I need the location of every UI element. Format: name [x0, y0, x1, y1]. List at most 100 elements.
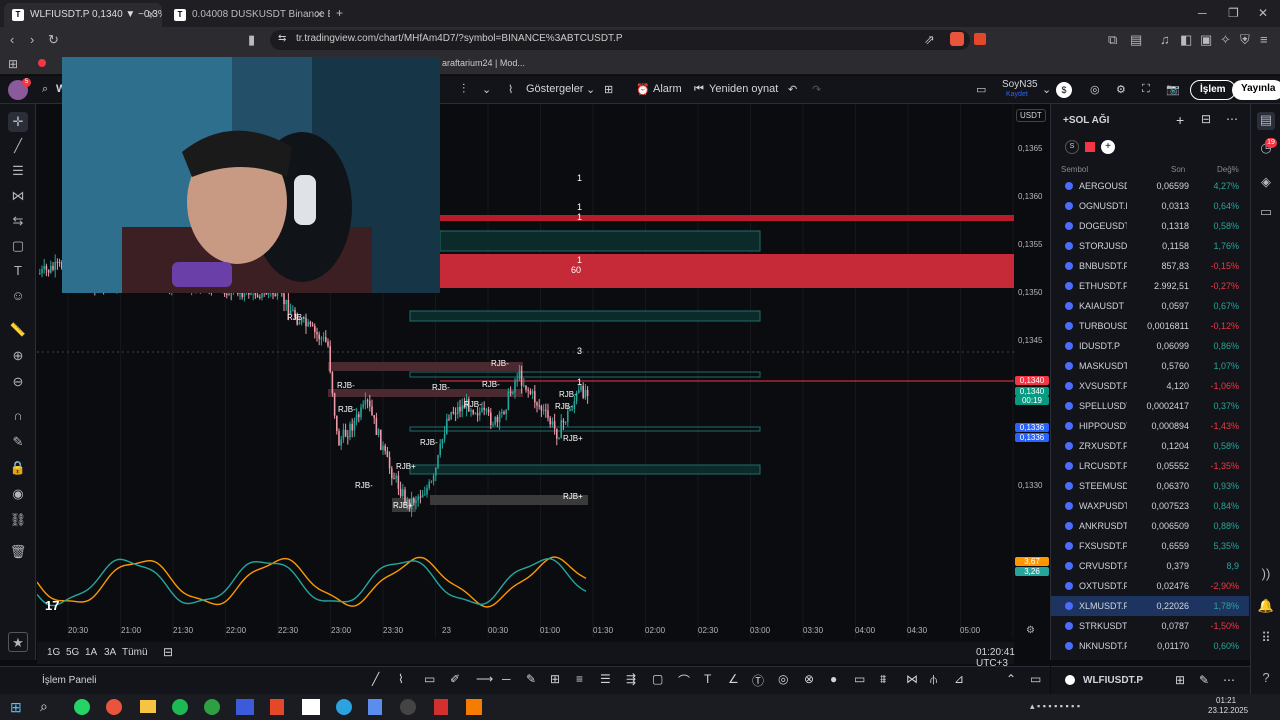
brave-rewards-icon[interactable] [974, 33, 986, 45]
layers-icon[interactable]: ◈ [1257, 174, 1275, 192]
watchlist-row[interactable]: STEEMUSDT 0,06370 0,93% [1051, 476, 1249, 496]
trend-line-icon[interactable]: ╱ [8, 136, 28, 156]
windows-start-icon[interactable]: ⊞ [10, 699, 22, 716]
sidebar-icon[interactable]: ◧ [1180, 32, 1192, 48]
xbox-icon[interactable] [204, 699, 220, 715]
column-symbol[interactable]: Sembol [1061, 165, 1088, 174]
range-1m-button[interactable]: 1A [85, 647, 97, 658]
watchlist-row[interactable]: OGNUSDT.F 0,0313 0,64% [1051, 196, 1249, 216]
leo-ai-icon[interactable]: ✧ [1220, 32, 1231, 48]
range-all-button[interactable]: Tümü [122, 647, 148, 658]
watchlist-icon[interactable]: ▤ [1257, 112, 1275, 130]
reader-icon[interactable]: ▤ [1130, 32, 1142, 48]
apps-dots-icon[interactable]: ⠿ [1257, 630, 1275, 648]
apps-grid-icon[interactable]: ⊞ [8, 57, 18, 71]
supply-zone[interactable] [440, 254, 1014, 288]
chart-type-chevron-icon[interactable]: ⌄ [482, 83, 491, 96]
text-tool-icon[interactable]: T [8, 261, 28, 281]
hide-eye-icon[interactable]: ◉ [8, 484, 28, 504]
layout-chevron-icon[interactable]: ⌄ [1042, 83, 1051, 96]
table-icon[interactable]: ⊞ [550, 672, 560, 686]
chart-type-icon[interactable]: ⫶ [462, 81, 465, 97]
trading-panel-tab[interactable]: İşlem Paneli [42, 675, 96, 686]
pen-icon[interactable]: ✎ [526, 672, 536, 686]
layout-name[interactable]: SoyN35 [1002, 79, 1038, 90]
edit-icon[interactable]: ✎ [1199, 673, 1209, 687]
geometric-shapes-icon[interactable]: ▢ [8, 236, 28, 256]
arc-icon[interactable]: ⌒ [678, 672, 690, 689]
forward-icon[interactable]: › [30, 32, 34, 47]
demand-zone[interactable] [409, 310, 761, 322]
notifications-bell-icon[interactable]: 🔔 [1257, 598, 1275, 616]
back-icon[interactable]: ‹ [10, 32, 14, 47]
flag-s-icon[interactable]: S [1065, 140, 1079, 154]
browser-tab[interactable]: T 0.04008 DUSKUSDT Binance Bitcoin ✕ [166, 3, 330, 27]
flag-red-icon[interactable] [1085, 142, 1095, 152]
watchlist-title[interactable]: +SOL AĞI [1063, 115, 1109, 126]
system-tray-icons[interactable]: ▴ ▪ ▪ ▪ ▪ ▪ ▪ ▪ ▪ [1030, 701, 1080, 712]
watchlist-row[interactable]: HIPPOUSDT 0,000894 -1,43% [1051, 416, 1249, 436]
reload-icon[interactable]: ↻ [48, 32, 59, 48]
watchlist-row[interactable]: KAIAUSDT 0,0597 0,67% [1051, 296, 1249, 316]
layout-icon[interactable]: ▭ [976, 83, 986, 96]
column-change[interactable]: Değ% [1217, 165, 1239, 174]
zoom-in-icon[interactable]: ⊕ [8, 346, 28, 366]
range-5d-button[interactable]: 5G [66, 647, 79, 658]
close-tab-icon[interactable]: ✕ [147, 8, 156, 21]
app-icon[interactable] [236, 699, 254, 715]
line-tool-icon[interactable]: ╱ [372, 672, 379, 686]
site-info-icon[interactable]: ⇆ [278, 33, 286, 44]
fib-retracement-icon[interactable]: ☰ [8, 161, 28, 181]
publish-button[interactable]: Yayınla [1232, 80, 1280, 100]
browser-tab-active[interactable]: T WLFIUSDT.P 0,1340 ▼ −0,3% Sa ✕ [4, 3, 162, 27]
watchlist-row[interactable]: XLMUSDT.P 0,22026 1,78% [1051, 596, 1249, 616]
watchlist-row[interactable]: MASKUSDT. 0,5760 1,07% [1051, 356, 1249, 376]
minimize-icon[interactable]: ─ [1198, 6, 1207, 20]
axis-settings-icon[interactable]: ⚙ [1026, 625, 1035, 636]
metamask-icon[interactable] [466, 699, 482, 715]
range-1d-button[interactable]: 1G [47, 647, 60, 658]
lines-icon[interactable]: ≡ [576, 672, 583, 686]
taskbar-time[interactable]: 01:21 [1216, 696, 1236, 705]
collapse-panel-icon[interactable]: ⌃ [1006, 672, 1016, 686]
watchlist-row[interactable]: AERGOUSD 0,06599 4,27% [1051, 176, 1249, 196]
watchlist-row[interactable]: XVSUSDT.P 4,120 -1,06% [1051, 376, 1249, 396]
indicators-chevron-icon[interactable]: ⌄ [586, 83, 595, 96]
redo-icon[interactable]: ↷ [812, 83, 821, 96]
symbol-search-icon[interactable]: ⌕ [42, 83, 48, 96]
fullscreen-icon[interactable]: ⛶ [1142, 83, 1150, 96]
calculator-icon[interactable] [368, 699, 382, 715]
ray-icon[interactable]: ⟶ [476, 672, 493, 686]
pattern-icon[interactable]: ⋈ [8, 186, 28, 206]
url-field[interactable]: ⇆ tr.tradingview.com/chart/MHfAm4D7/?sym… [270, 30, 970, 50]
watchlist-row[interactable]: DOGEUSDT 0,1318 0,58% [1051, 216, 1249, 236]
go-to-date-icon[interactable]: ⊟ [163, 645, 173, 659]
add-flag-icon[interactable]: + [1101, 140, 1115, 154]
watchlist-row[interactable]: ETHUSDT.P 2.992,51 -0,27% [1051, 276, 1249, 296]
whatsapp-icon[interactable] [74, 699, 90, 715]
price-axis[interactable]: USDT 0,1365 0,1360 0,1355 0,1350 0,1345 … [1014, 104, 1050, 638]
undo-icon[interactable]: ↶ [788, 83, 797, 96]
link-icon[interactable]: ⛓ [8, 510, 28, 530]
indicators-button[interactable]: Göstergeler [526, 83, 583, 95]
watchlist-row[interactable]: FXSUSDT.P 0,6559 5,35% [1051, 536, 1249, 556]
add-symbol-icon[interactable]: + [1176, 112, 1184, 128]
settings-gear-icon[interactable]: ⚙ [1116, 83, 1126, 96]
parallel-channel-icon[interactable]: ⇶ [626, 672, 636, 686]
watchlist-row[interactable]: ZRXUSDT.P 0,1204 0,58% [1051, 436, 1249, 456]
chrome-icon[interactable] [106, 699, 122, 715]
quick-search-icon[interactable]: ◎ [1090, 83, 1100, 96]
column-last[interactable]: Son [1171, 165, 1185, 174]
search-icon[interactable]: ⌕ [40, 698, 48, 715]
callout-icon[interactable]: ▭ [424, 672, 435, 686]
demand-zone[interactable] [409, 371, 761, 378]
ruler-icon[interactable]: 📏 [8, 320, 28, 340]
watchlist-row[interactable]: CRVUSDT.P 0,379 8,9 [1051, 556, 1249, 576]
volume-profile-icon[interactable]: ⩩ [880, 672, 886, 687]
more-icon[interactable]: ⋯ [1223, 673, 1235, 687]
horizontal-line-icon[interactable]: ─ [502, 672, 511, 686]
vpn-icon[interactable]: ⛨ [1240, 32, 1250, 48]
demand-zone[interactable] [409, 464, 761, 475]
extensions-icon[interactable]: ⧉ [1108, 32, 1117, 48]
brush-icon[interactable]: ✐ [450, 672, 460, 686]
